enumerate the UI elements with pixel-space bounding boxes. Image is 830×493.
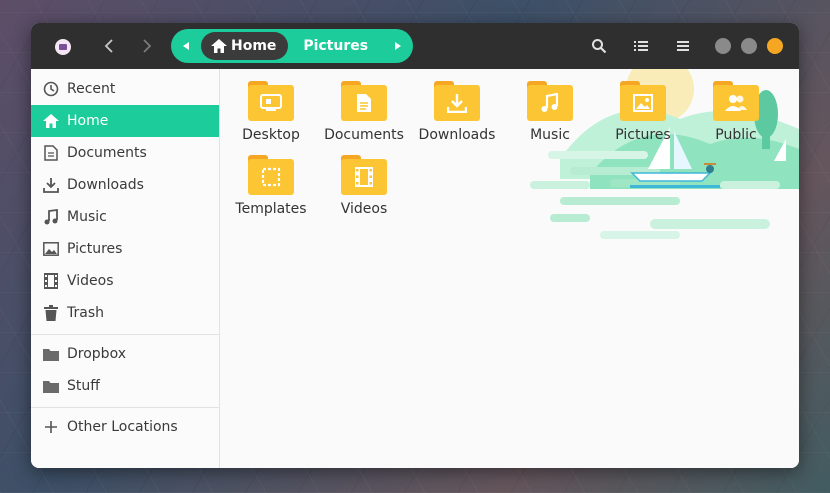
people-icon (725, 95, 747, 111)
path-scroll-right[interactable] (383, 29, 413, 63)
menu-button[interactable] (673, 36, 693, 56)
home-icon (211, 39, 227, 53)
triangle-right-icon (395, 42, 401, 50)
close-button[interactable] (767, 38, 783, 54)
film-icon (44, 273, 58, 289)
sidebar-item-label: Downloads (67, 177, 144, 193)
music-icon (44, 209, 58, 225)
sidebar-item-label: Videos (67, 273, 114, 289)
download-icon (447, 94, 467, 113)
folder-icon (43, 348, 59, 361)
breadcrumb-pictures[interactable]: Pictures (288, 38, 383, 54)
sidebar-item-trash[interactable]: Trash (31, 297, 219, 329)
list-view-icon (634, 41, 648, 51)
files-app-icon[interactable] (55, 39, 71, 55)
home-icon (43, 114, 59, 128)
folder-videos[interactable]: Videos (316, 155, 412, 225)
folder-label: Videos (340, 201, 388, 217)
folder-desktop[interactable]: Desktop (223, 81, 319, 151)
folder-label: Public (715, 127, 757, 143)
folder-music[interactable]: Music (502, 81, 598, 151)
plus-icon (45, 421, 57, 433)
folder-label: Documents (324, 127, 404, 143)
folder-graphic (713, 81, 759, 121)
folder-graphic (341, 155, 387, 195)
header-bar: Home Pictures (31, 23, 799, 69)
folder-label: Pictures (615, 127, 671, 143)
sidebar-item-label: Trash (67, 305, 104, 321)
sidebar-item-stuff[interactable]: Stuff (31, 370, 219, 402)
triangle-left-icon (183, 42, 189, 50)
back-button[interactable] (97, 34, 121, 58)
clock-icon (43, 81, 59, 97)
folder-templates[interactable]: Templates (223, 155, 319, 225)
folder-label: Music (530, 127, 570, 143)
maximize-button[interactable] (741, 38, 757, 54)
sidebar-item-pictures[interactable]: Pictures (31, 233, 219, 265)
menu-icon (677, 41, 689, 51)
folder-label: Templates (235, 201, 307, 217)
document-icon (357, 94, 371, 112)
folder-documents[interactable]: Documents (316, 81, 412, 151)
picture-icon (633, 94, 653, 112)
document-icon (44, 145, 58, 161)
folder-icon (43, 380, 59, 393)
breadcrumb-home[interactable]: Home (201, 32, 289, 60)
sidebar-item-other-locations[interactable]: Other Locations (31, 411, 219, 443)
chevron-left-icon (104, 39, 113, 53)
sidebar-item-label: Home (67, 113, 109, 129)
forward-button[interactable] (135, 34, 159, 58)
path-scroll-left[interactable] (171, 29, 201, 63)
sidebar-item-downloads[interactable]: Downloads (31, 169, 219, 201)
folder-graphic (620, 81, 666, 121)
sidebar-item-videos[interactable]: Videos (31, 265, 219, 297)
trash-icon (44, 305, 58, 321)
sidebar-item-music[interactable]: Music (31, 201, 219, 233)
folder-graphic (341, 81, 387, 121)
folder-label: Downloads (418, 127, 496, 143)
sidebar-item-label: Documents (67, 145, 147, 161)
path-bar: Home Pictures (171, 29, 413, 63)
sidebar-separator (31, 407, 219, 408)
film-icon (355, 167, 373, 187)
folder-graphic (527, 81, 573, 121)
desktop-icon (260, 94, 282, 111)
sidebar-item-label: Recent (67, 81, 116, 97)
folder-public[interactable]: Public (688, 81, 784, 151)
sidebar-item-label: Dropbox (67, 346, 126, 362)
sidebar-item-documents[interactable]: Documents (31, 137, 219, 169)
picture-icon (43, 242, 59, 256)
sidebar-separator (31, 334, 219, 335)
folder-graphic (434, 81, 480, 121)
sidebar-item-label: Other Locations (67, 419, 178, 435)
folder-graphic (248, 155, 294, 195)
folder-downloads[interactable]: Downloads (409, 81, 505, 151)
music-icon (541, 93, 559, 112)
download-icon (43, 178, 59, 193)
sidebar-item-label: Pictures (67, 241, 123, 257)
sidebar: Recent Home Documents Downloads Music Pi… (31, 69, 220, 468)
file-manager-window: Home Pictures Recent Home Documents Down… (31, 23, 799, 468)
minimize-button[interactable] (715, 38, 731, 54)
view-toggle-button[interactable] (631, 36, 651, 56)
sidebar-item-home[interactable]: Home (31, 105, 219, 137)
folder-graphic (248, 81, 294, 121)
sidebar-item-recent[interactable]: Recent (31, 73, 219, 105)
search-icon (592, 39, 607, 54)
template-icon (261, 167, 281, 187)
search-button[interactable] (589, 36, 609, 56)
sidebar-item-label: Stuff (67, 378, 100, 394)
folder-view: Desktop Documents Downloads Music Pictur… (220, 69, 799, 468)
folder-pictures[interactable]: Pictures (595, 81, 691, 151)
sidebar-item-label: Music (67, 209, 107, 225)
folder-label: Desktop (242, 127, 300, 143)
chevron-right-icon (143, 39, 152, 53)
breadcrumb-home-label: Home (231, 38, 277, 54)
sidebar-item-dropbox[interactable]: Dropbox (31, 338, 219, 370)
